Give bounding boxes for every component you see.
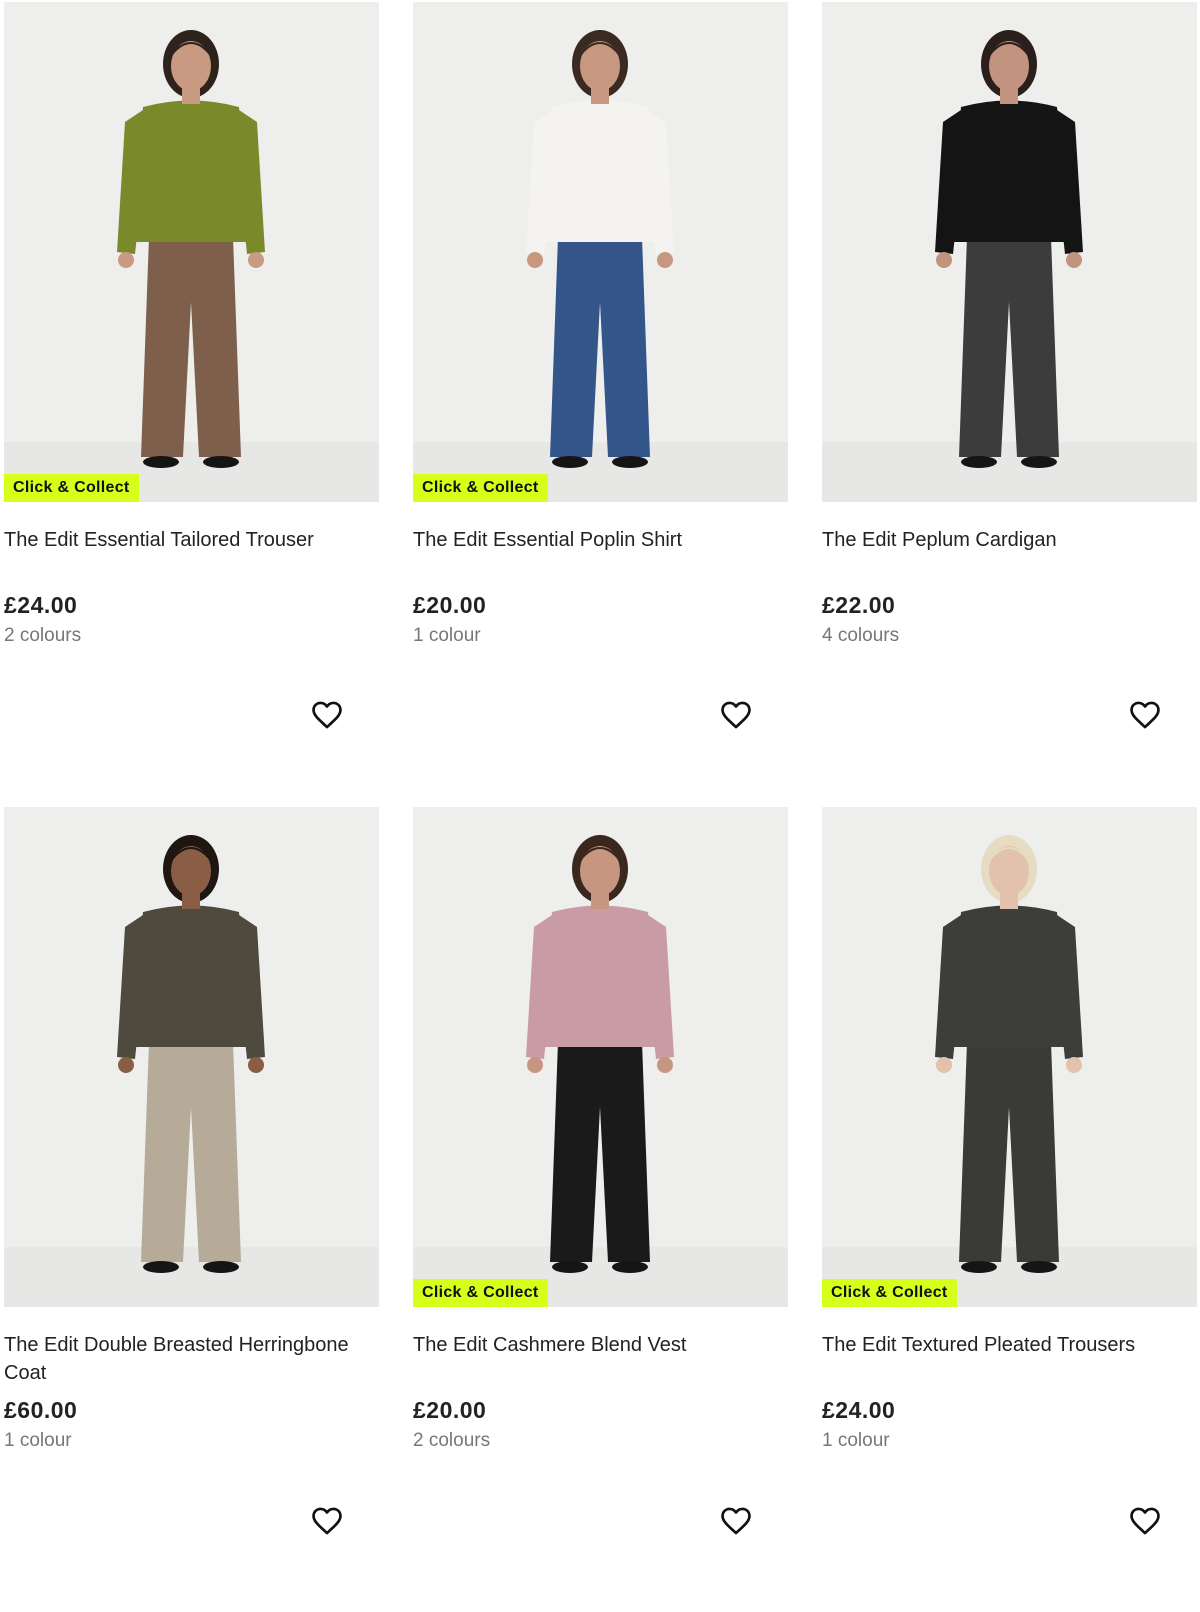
product-price: £20.00 (413, 1397, 487, 1423)
click-collect-badge: Click & Collect (413, 1279, 548, 1307)
product-title[interactable]: The Edit Essential Poplin Shirt (413, 526, 788, 582)
product-card: Click & Collect The Edit Cashmere Blend … (413, 807, 788, 1612)
product-image[interactable]: Click & Collect (4, 2, 379, 502)
product-image[interactable] (4, 807, 379, 1307)
product-colours: 1 colour (413, 625, 481, 646)
product-title[interactable]: The Edit Double Breasted Herringbone Coa… (4, 1331, 379, 1387)
product-price: £20.00 (413, 592, 487, 618)
product-price: £24.00 (4, 592, 78, 618)
product-price: £60.00 (4, 1397, 78, 1423)
product-price: £22.00 (822, 592, 896, 618)
product-title[interactable]: The Edit Peplum Cardigan (822, 526, 1197, 582)
product-card: The Edit Double Breasted Herringbone Coa… (4, 807, 379, 1612)
product-image[interactable] (822, 2, 1197, 502)
product-colours: 4 colours (822, 625, 900, 646)
product-title[interactable]: The Edit Cashmere Blend Vest (413, 1331, 788, 1387)
product-image[interactable]: Click & Collect (413, 2, 788, 502)
product-colours: 2 colours (413, 1430, 491, 1451)
product-price: £24.00 (822, 1397, 896, 1423)
model-photo (822, 835, 1197, 1307)
model-photo (4, 835, 379, 1307)
wishlist-heart-icon[interactable] (719, 1504, 753, 1538)
wishlist-heart-icon[interactable] (310, 1504, 344, 1538)
model-photo (822, 30, 1197, 502)
click-collect-badge: Click & Collect (822, 1279, 957, 1307)
product-grid: Click & Collect The Edit Essential Tailo… (4, 2, 1198, 1612)
click-collect-badge: Click & Collect (413, 474, 548, 502)
product-colours: 1 colour (822, 1430, 890, 1451)
product-card: Click & Collect The Edit Essential Tailo… (4, 2, 379, 807)
product-title[interactable]: The Edit Textured Pleated Trousers (822, 1331, 1197, 1387)
product-card: The Edit Peplum Cardigan £22.00 4 colour… (822, 2, 1197, 807)
product-title[interactable]: The Edit Essential Tailored Trouser (4, 526, 379, 582)
product-colours: 1 colour (4, 1430, 72, 1451)
model-photo (413, 30, 788, 502)
product-image[interactable]: Click & Collect (822, 807, 1197, 1307)
product-card: Click & Collect The Edit Textured Pleate… (822, 807, 1197, 1612)
model-photo (4, 30, 379, 502)
wishlist-heart-icon[interactable] (1128, 698, 1162, 732)
model-photo (413, 835, 788, 1307)
product-image[interactable]: Click & Collect (413, 807, 788, 1307)
product-card: Click & Collect The Edit Essential Popli… (413, 2, 788, 807)
wishlist-heart-icon[interactable] (719, 698, 753, 732)
wishlist-heart-icon[interactable] (310, 698, 344, 732)
click-collect-badge: Click & Collect (4, 474, 139, 502)
wishlist-heart-icon[interactable] (1128, 1504, 1162, 1538)
product-colours: 2 colours (4, 625, 82, 646)
